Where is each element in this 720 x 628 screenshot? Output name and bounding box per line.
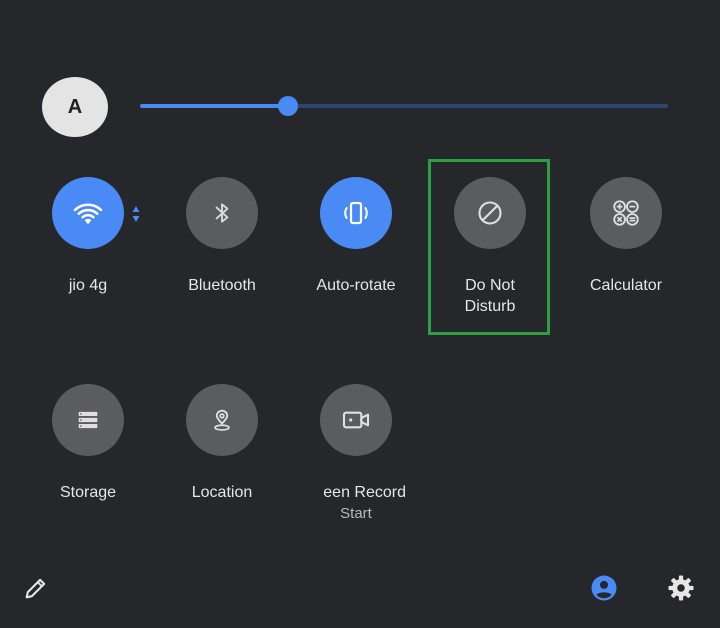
bluetooth-toggle[interactable] <box>186 177 258 249</box>
avatar-letter: A <box>67 95 83 118</box>
user-avatar[interactable]: A <box>42 77 108 137</box>
location-icon <box>214 409 230 431</box>
tile-location[interactable]: Location <box>152 384 292 503</box>
auto-rotate-icon <box>344 201 368 225</box>
account-button[interactable] <box>589 573 619 608</box>
data-activity-icon <box>131 204 141 229</box>
tile-label-wifi: jio 4g <box>68 277 108 294</box>
screen-record-button[interactable] <box>320 384 392 456</box>
calculator-button[interactable] <box>590 177 662 249</box>
edit-button[interactable] <box>22 574 50 607</box>
bluetooth-icon <box>215 203 229 223</box>
brightness-slider[interactable] <box>140 96 668 116</box>
auto-rotate-toggle[interactable] <box>320 177 392 249</box>
location-toggle[interactable] <box>186 384 258 456</box>
pencil-icon <box>25 578 46 599</box>
tile-auto-rotate[interactable]: Auto-rotate <box>286 177 426 296</box>
calculator-icon <box>613 200 639 226</box>
wifi-icon <box>73 203 103 225</box>
highlight-frame <box>428 159 550 335</box>
brightness-thumb[interactable] <box>277 96 298 116</box>
screen-record-icon <box>342 411 370 429</box>
tile-wifi[interactable]: jio 4g <box>18 177 158 296</box>
tile-sublabel-screen-record: Start <box>340 505 372 522</box>
tile-label-bluetooth: Bluetooth <box>188 277 256 294</box>
tile-calculator[interactable]: Calculator <box>556 177 696 296</box>
account-icon <box>591 575 617 601</box>
tile-label-storage: Storage <box>59 484 117 501</box>
screen-record-label-clip: een Record <box>306 482 406 503</box>
tile-storage[interactable]: Storage <box>18 384 158 503</box>
wifi-toggle[interactable] <box>52 177 124 249</box>
brightness-fill <box>140 104 288 108</box>
settings-button[interactable] <box>666 573 696 608</box>
tile-label-calculator: Calculator <box>589 277 663 294</box>
gear-icon <box>668 575 694 601</box>
tile-label-location: Location <box>191 484 253 501</box>
tile-label-screen-record: een Record <box>323 484 406 501</box>
storage-icon <box>78 411 98 429</box>
tile-label-auto-rotate: Auto-rotate <box>316 277 396 294</box>
tile-screen-record[interactable]: een Record Start <box>286 384 426 525</box>
storage-button[interactable] <box>52 384 124 456</box>
tile-bluetooth[interactable]: Bluetooth <box>152 177 292 296</box>
